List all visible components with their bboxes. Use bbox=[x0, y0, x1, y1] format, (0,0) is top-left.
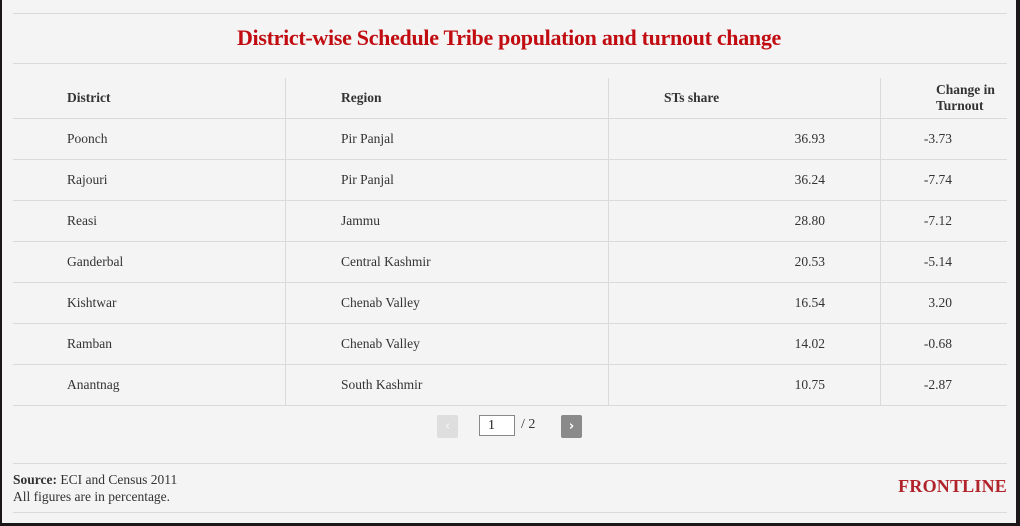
title-divider bbox=[13, 63, 1007, 64]
column-header-region[interactable]: Region bbox=[285, 78, 609, 119]
cell-region: Central Kashmir bbox=[285, 241, 609, 283]
cell-district: Poonch bbox=[13, 118, 286, 160]
column-header-sts-share[interactable]: STs share bbox=[608, 78, 881, 119]
cell-turnout-change: 3.20 bbox=[880, 282, 1007, 324]
cell-sts-share: 20.53 bbox=[608, 241, 881, 283]
column-header-district[interactable]: District bbox=[13, 78, 286, 119]
cell-sts-share: 36.93 bbox=[608, 118, 881, 160]
cell-sts-share: 36.24 bbox=[608, 159, 881, 201]
cell-district: Ramban bbox=[13, 323, 286, 365]
source-note: Source: ECI and Census 2011 All figures … bbox=[13, 471, 177, 505]
table-title: District-wise Schedule Tribe population … bbox=[236, 25, 782, 50]
cell-region: Pir Panjal bbox=[285, 159, 609, 201]
next-page-button[interactable]: › bbox=[561, 415, 582, 438]
source-text: ECI and Census 2011 bbox=[57, 472, 178, 487]
page-total: / 2 bbox=[521, 417, 536, 432]
data-table: District Region STs share Change in Turn… bbox=[13, 78, 1007, 406]
cell-district: Kishtwar bbox=[13, 282, 286, 324]
cell-region: Chenab Valley bbox=[285, 323, 609, 365]
cell-region: Chenab Valley bbox=[285, 282, 609, 324]
table-row: Ganderbal Central Kashmir 20.53 -5.14 bbox=[13, 241, 1007, 283]
cell-turnout-change: -0.68 bbox=[880, 323, 1007, 365]
column-header-change-in-turnout[interactable]: Change in Turnout bbox=[880, 78, 1007, 119]
cell-region: Pir Panjal bbox=[285, 118, 609, 160]
units-note: All figures are in percentage. bbox=[13, 489, 171, 504]
chevron-right-icon: › bbox=[568, 419, 575, 434]
cell-sts-share: 28.80 bbox=[608, 200, 881, 242]
cell-region: South Kashmir bbox=[285, 364, 609, 406]
pagination: ‹ / 2 › bbox=[2, 415, 1016, 439]
footer-divider bbox=[13, 463, 1007, 464]
table-row: Poonch Pir Panjal 36.93 -3.73 bbox=[13, 118, 1007, 160]
cell-sts-share: 10.75 bbox=[608, 364, 881, 406]
cell-turnout-change: -7.12 bbox=[880, 200, 1007, 242]
cell-turnout-change: -2.87 bbox=[880, 364, 1007, 406]
table-widget: District-wise Schedule Tribe population … bbox=[2, 0, 1016, 523]
cell-sts-share: 16.54 bbox=[608, 282, 881, 324]
cell-region: Jammu bbox=[285, 200, 609, 242]
table-row: Rajouri Pir Panjal 36.24 -7.74 bbox=[13, 159, 1007, 201]
cell-turnout-change: -3.73 bbox=[880, 118, 1007, 160]
header-row: District Region STs share Change in Turn… bbox=[13, 78, 1007, 119]
page-number-input[interactable] bbox=[479, 415, 515, 436]
cell-district: Rajouri bbox=[13, 159, 286, 201]
cell-district: Ganderbal bbox=[13, 241, 286, 283]
table-row: Kishtwar Chenab Valley 16.54 3.20 bbox=[13, 282, 1007, 324]
cell-sts-share: 14.02 bbox=[608, 323, 881, 365]
frontline-logo: FRONTLINE bbox=[898, 476, 1007, 496]
table-row: Anantnag South Kashmir 10.75 -2.87 bbox=[13, 364, 1007, 406]
cell-district: Reasi bbox=[13, 200, 286, 242]
cell-turnout-change: -5.14 bbox=[880, 241, 1007, 283]
cell-district: Anantnag bbox=[13, 364, 286, 406]
bottom-divider bbox=[13, 512, 1007, 513]
table-row: Reasi Jammu 28.80 -7.12 bbox=[13, 200, 1007, 242]
source-label: Source: bbox=[13, 472, 57, 487]
table-row: Ramban Chenab Valley 14.02 -0.68 bbox=[13, 323, 1007, 365]
previous-page-button[interactable]: ‹ bbox=[437, 415, 458, 438]
top-divider bbox=[13, 13, 1007, 14]
chevron-left-icon: ‹ bbox=[444, 419, 451, 434]
cell-turnout-change: -7.74 bbox=[880, 159, 1007, 201]
